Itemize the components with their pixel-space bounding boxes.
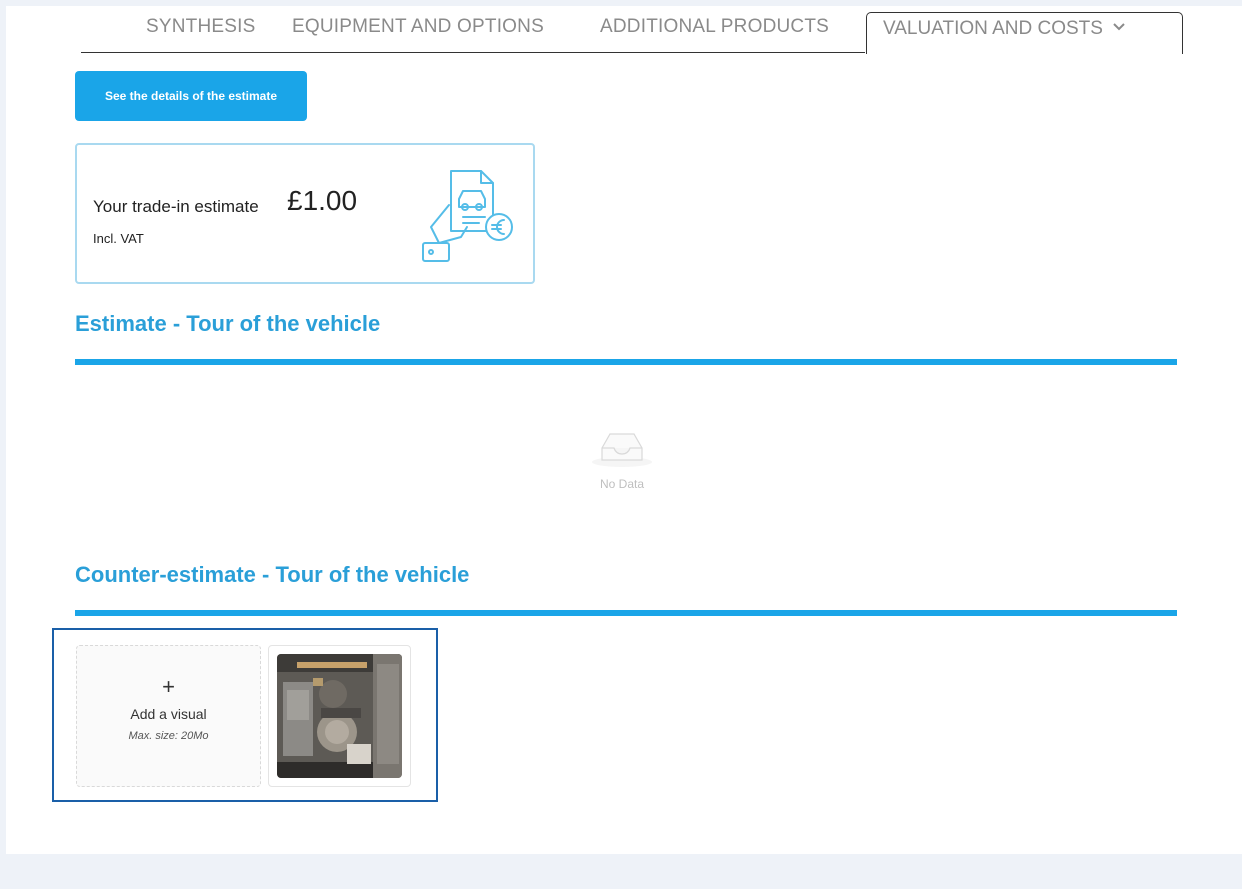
tab-synthesis[interactable]: SYNTHESIS bbox=[146, 16, 256, 38]
tab-additional-products[interactable]: ADDITIONAL PRODUCTS bbox=[600, 16, 829, 38]
tab-bar-divider bbox=[81, 52, 865, 53]
chevron-down-icon bbox=[1113, 23, 1125, 31]
tab-bar: SYNTHESIS EQUIPMENT AND OPTIONS ADDITION… bbox=[81, 6, 1183, 56]
see-estimate-details-button[interactable]: See the details of the estimate bbox=[75, 71, 307, 121]
max-size-hint: Max. size: 20Mo bbox=[128, 730, 209, 742]
tab-valuation-and-costs[interactable]: VALUATION AND COSTS bbox=[866, 12, 1183, 54]
add-visual-button[interactable]: + Add a visual Max. size: 20Mo bbox=[76, 645, 261, 787]
plus-icon: + bbox=[162, 674, 175, 699]
estimate-label: Your trade-in estimate bbox=[93, 197, 259, 216]
trade-in-estimate-card: Your trade-in estimate £1.00 Incl. VAT bbox=[75, 143, 535, 284]
car-document-euro-icon bbox=[422, 170, 513, 262]
empty-state: No Data bbox=[572, 426, 672, 491]
add-visual-label: Add a visual bbox=[130, 706, 207, 722]
estimate-tour-title: Estimate - Tour of the vehicle bbox=[75, 311, 381, 336]
vat-note: Incl. VAT bbox=[93, 231, 144, 246]
main-panel: SYNTHESIS EQUIPMENT AND OPTIONS ADDITION… bbox=[6, 6, 1242, 854]
empty-state-text: No Data bbox=[599, 477, 645, 491]
uploaded-visual-thumbnail[interactable] bbox=[268, 645, 411, 787]
tab-equipment-and-options[interactable]: EQUIPMENT AND OPTIONS bbox=[292, 16, 544, 38]
inbox-icon bbox=[592, 433, 652, 467]
counter-estimate-tour-title: Counter-estimate - Tour of the vehicle bbox=[75, 562, 470, 587]
counter-estimate-tour-divider bbox=[75, 610, 1177, 616]
estimate-tour-divider bbox=[75, 359, 1177, 365]
estimate-value: £1.00 bbox=[287, 185, 358, 216]
tab-valuation-label: VALUATION AND COSTS bbox=[883, 18, 1103, 39]
engine-bay-photo bbox=[277, 654, 402, 778]
visual-upload-area: + Add a visual Max. size: 20Mo bbox=[52, 628, 438, 802]
